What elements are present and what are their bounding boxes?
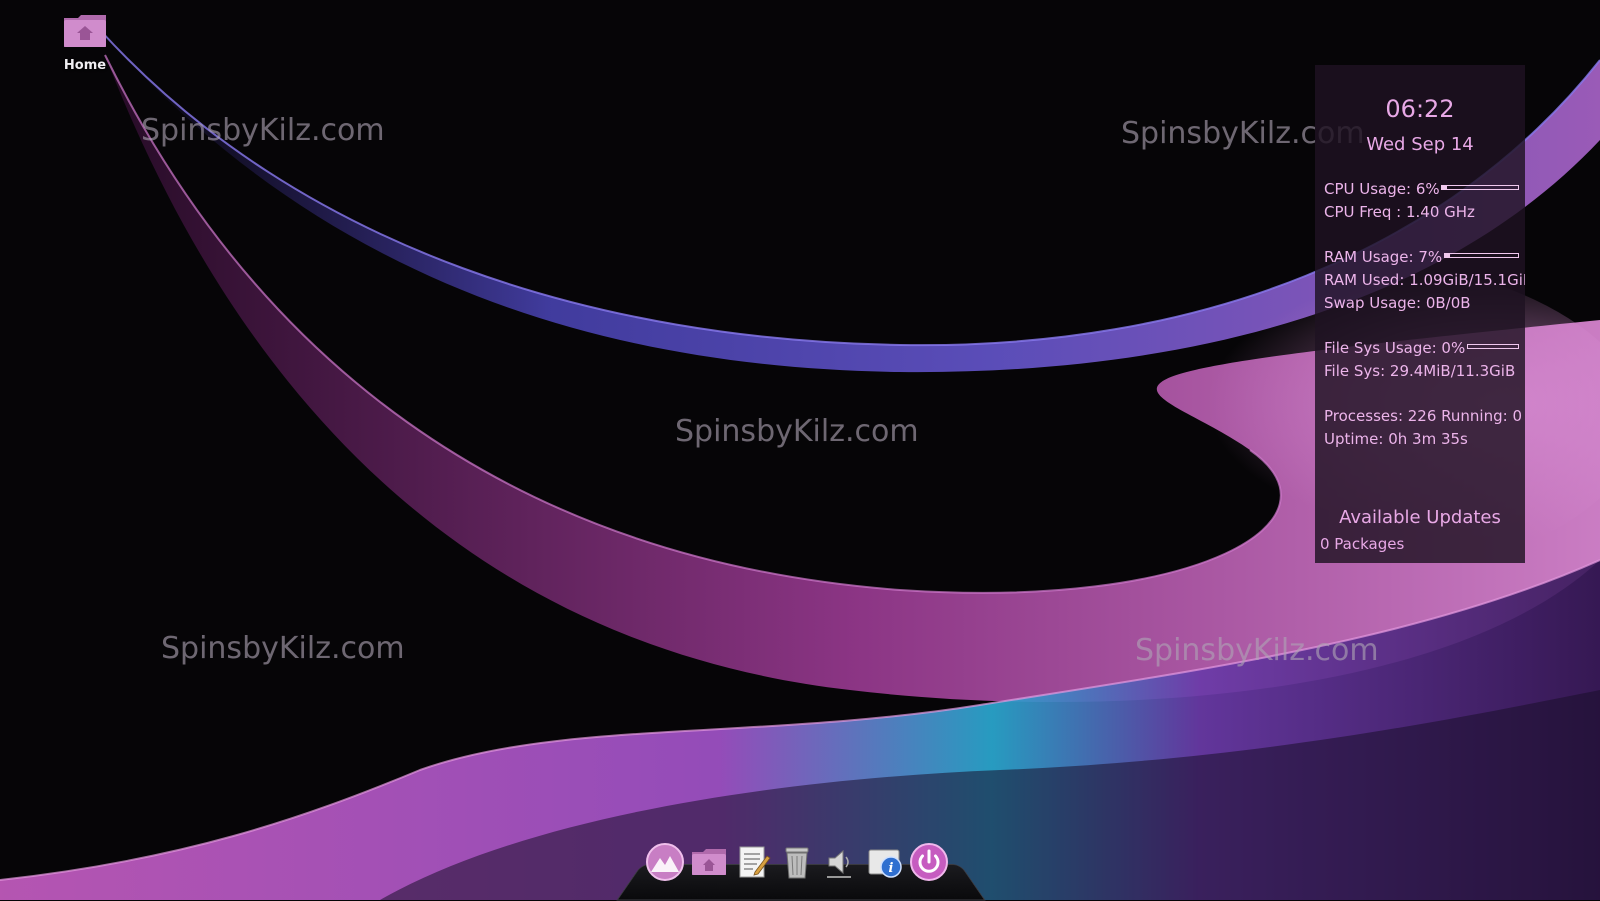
filesys-usage-bar [1467, 344, 1519, 349]
dock-text-editor-button[interactable] [733, 842, 773, 882]
filesys-usage-label: File Sys Usage: 0% [1324, 339, 1466, 357]
processes-label: Processes: 226 Running: 0 [1324, 407, 1522, 425]
clock-date: Wed Sep 14 [1366, 134, 1474, 155]
filesys-label: File Sys: 29.4MiB/11.3GiB [1324, 362, 1516, 380]
home-folder-icon [692, 849, 726, 875]
dock-home-folder-button[interactable] [689, 842, 729, 882]
dock-trash-button[interactable] [777, 842, 817, 882]
svg-text:i: i [889, 861, 894, 876]
ram-usage-label: RAM Usage: 7% [1324, 248, 1443, 266]
text-editor-icon [739, 846, 771, 878]
ram-usage-bar-fill [1445, 254, 1451, 257]
home-folder-icon [62, 14, 108, 48]
desktop-icon-label: Home [63, 58, 107, 73]
dock-launcher-button[interactable] [645, 842, 685, 882]
trash-icon [785, 847, 809, 879]
watermark: SpinsbyKilz.com [675, 414, 919, 449]
clock-time: 06:22 [1385, 95, 1455, 123]
launcher-mountain-icon [646, 843, 684, 881]
cpu-usage-label: CPU Usage: 6% [1324, 180, 1440, 198]
watermark: SpinsbyKilz.com [1135, 633, 1379, 668]
updates-title: Available Updates [1339, 507, 1501, 528]
swap-usage-label: Swap Usage: 0B/0B [1324, 294, 1471, 312]
watermark: SpinsbyKilz.com [141, 113, 385, 148]
power-icon [910, 843, 948, 881]
uptime-label: Uptime: 0h 3m 35s [1324, 430, 1468, 448]
cpu-freq-label: CPU Freq : 1.40 GHz [1324, 203, 1475, 221]
cpu-usage-bar-fill [1442, 186, 1447, 189]
speaker-icon [827, 849, 851, 878]
dock-power-button[interactable] [909, 842, 949, 882]
system-info-icon: i [868, 849, 902, 878]
ram-usage-bar [1444, 253, 1519, 258]
watermark: SpinsbyKilz.com [161, 631, 405, 666]
dock-volume-button[interactable] [821, 842, 861, 882]
desktop-icon-home[interactable]: Home [56, 14, 114, 73]
dock-system-info-button[interactable]: i [865, 842, 905, 882]
conky-system-monitor: 06:22 Wed Sep 14 CPU Usage: 6% CPU Freq … [1315, 65, 1525, 563]
dock: i [616, 842, 986, 901]
cpu-usage-bar [1441, 185, 1519, 190]
ram-used-label: RAM Used: 1.09GiB/15.1GiB [1324, 271, 1525, 289]
updates-count: 0 Packages [1320, 535, 1405, 553]
